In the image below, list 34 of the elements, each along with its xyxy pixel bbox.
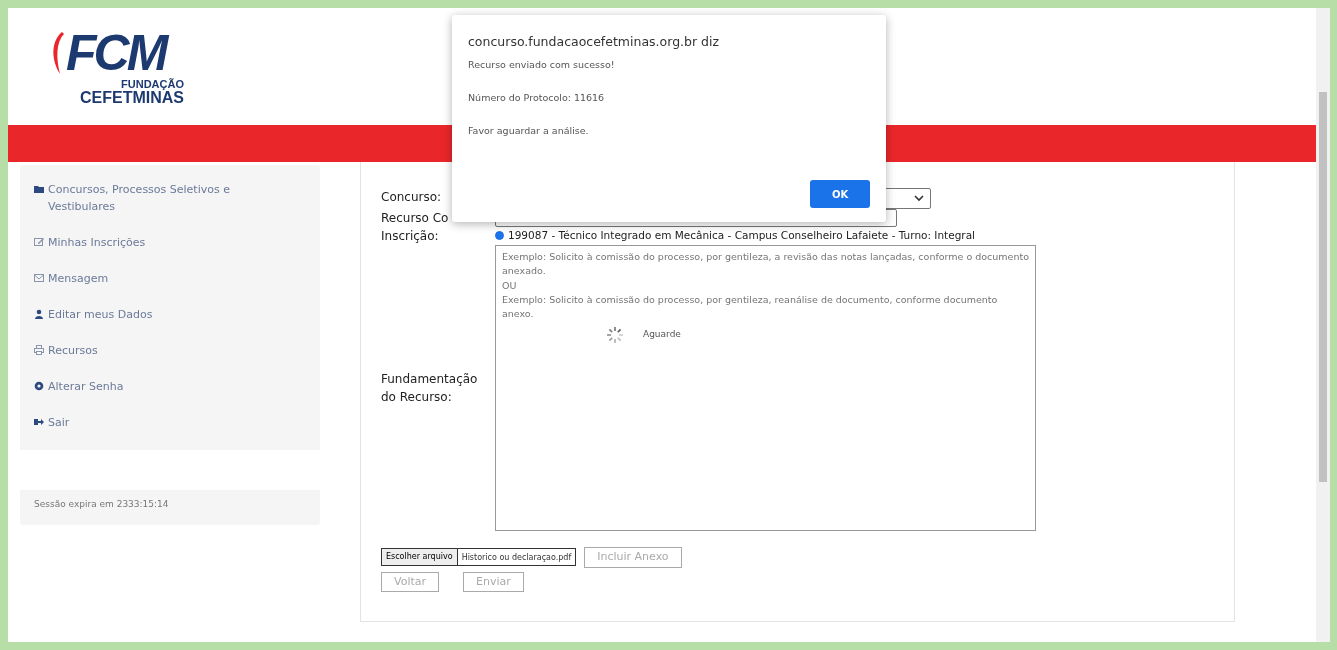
scrollbar[interactable] (1316, 8, 1330, 642)
logo-subtitle: CEFETMINAS (80, 90, 184, 106)
envelope-icon (34, 273, 44, 283)
field-label: Fundamentação do Recurso: (381, 371, 479, 406)
field-label: Inscrição: (381, 228, 440, 245)
dialog-message: Recurso enviado com sucesso! (468, 57, 616, 72)
session-text: Sessão expira em 2333:15:14 (34, 498, 170, 511)
sidebar-link[interactable]: Mensagem (34, 270, 274, 287)
printer-icon (34, 345, 44, 355)
dialog-message: Número do Protocolo: 11616 (468, 91, 606, 105)
dialog-title: concurso.fundacaocefetminas.org.br diz (468, 33, 721, 51)
edit-icon (34, 237, 44, 247)
sidebar-link[interactable]: Concursos, Processos Seletivos e Vestibulares (34, 181, 274, 215)
sidebar-link[interactable]: Editar meus Dados (34, 306, 274, 323)
exit-icon (34, 417, 44, 427)
file-input[interactable]: Escolher arquivo Historico ou declaraçao.pdf (381, 548, 577, 567)
sidebar-link[interactable]: Minhas Inscrições (34, 234, 274, 251)
radio-button[interactable] (495, 231, 504, 241)
radio-option[interactable]: 199087 - Técnico Integrado em Mecânica - Campus Conselheiro Lafaiete - Turno: Integral (495, 228, 1036, 244)
sidebar-link[interactable]: Alterar Senha (34, 378, 274, 395)
spinner-icon (605, 325, 625, 345)
gear-icon (34, 381, 44, 391)
chevron-down-icon (914, 195, 924, 202)
logo-subtitle: FUNDAÇÃO (121, 78, 184, 90)
folder-icon (34, 184, 44, 194)
sidebar-link[interactable]: Sair (34, 414, 274, 431)
ok-button[interactable]: OK (810, 180, 870, 208)
sidebar-link[interactable]: Recursos (34, 342, 274, 359)
dialog-message: Favor aguardar a análise. (468, 124, 590, 139)
field-label: Concurso: (381, 188, 443, 206)
loading-text: Aguarde (643, 328, 681, 342)
field-label: Recurso Co (381, 210, 450, 227)
logo-text: FCM (65, 28, 166, 78)
user-icon (34, 309, 44, 319)
